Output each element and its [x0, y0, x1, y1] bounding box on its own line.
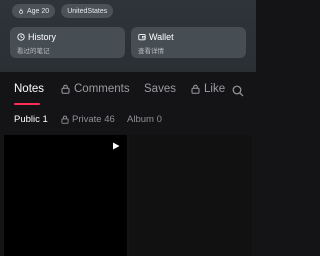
tab-like[interactable]: Like [191, 83, 225, 95]
notes-subtabs: Public 1 Private 46 Album 0 [0, 110, 256, 130]
subtab-private[interactable]: Private 46 [61, 114, 115, 125]
history-icon [17, 33, 25, 41]
history-title: History [28, 32, 57, 42]
tab-saves[interactable]: Saves [144, 83, 176, 95]
profile-screen: Age 20 UnitedStates History 看过的笔记 Wallet… [0, 0, 256, 256]
history-subtitle: 看过的笔记 [17, 48, 50, 55]
subtab-album[interactable]: Album 0 [127, 114, 162, 125]
wallet-card[interactable]: Wallet 查看详情 [131, 27, 246, 58]
note-card[interactable] [4, 135, 127, 256]
profile-cards: History 看过的笔记 Wallet 查看详情 [10, 27, 246, 58]
location-label: UnitedStates [67, 7, 108, 15]
wallet-icon [138, 34, 146, 41]
play-icon [113, 142, 120, 150]
tab-notes[interactable]: Notes [14, 83, 44, 95]
age-tag: Age 20 [12, 4, 56, 18]
subtab-private-label: Private 46 [72, 114, 115, 125]
empty-grid-slot [129, 135, 252, 256]
tab-notes-label: Notes [14, 83, 45, 95]
lock-icon [61, 84, 70, 94]
active-tab-indicator [14, 103, 40, 105]
history-card[interactable]: History 看过的笔记 [10, 27, 125, 58]
lock-icon [191, 84, 200, 94]
age-label: Age 20 [27, 7, 50, 15]
search-icon[interactable] [232, 85, 244, 97]
location-tag: UnitedStates [61, 4, 114, 18]
tab-comments-label: Comments [74, 83, 130, 95]
gender-icon [19, 8, 23, 14]
tab-saves-label: Saves [144, 83, 176, 95]
tab-like-label: Like [204, 83, 226, 95]
subtab-public[interactable]: Public 1 [14, 114, 48, 125]
tab-comments[interactable]: Comments [61, 83, 130, 95]
lock-icon [61, 115, 69, 124]
subtab-public-label: Public 1 [14, 114, 48, 125]
wallet-title: Wallet [149, 32, 174, 42]
profile-tags: Age 20 UnitedStates [12, 4, 114, 18]
profile-header: Age 20 UnitedStates History 看过的笔记 Wallet… [0, 0, 256, 72]
content-area: Notes Comments Saves Like Public 1 Priva… [0, 72, 256, 256]
profile-tabs: Notes Comments Saves Like [0, 72, 256, 108]
subtab-album-label: Album 0 [127, 114, 162, 125]
wallet-subtitle: 查看详情 [138, 48, 164, 55]
